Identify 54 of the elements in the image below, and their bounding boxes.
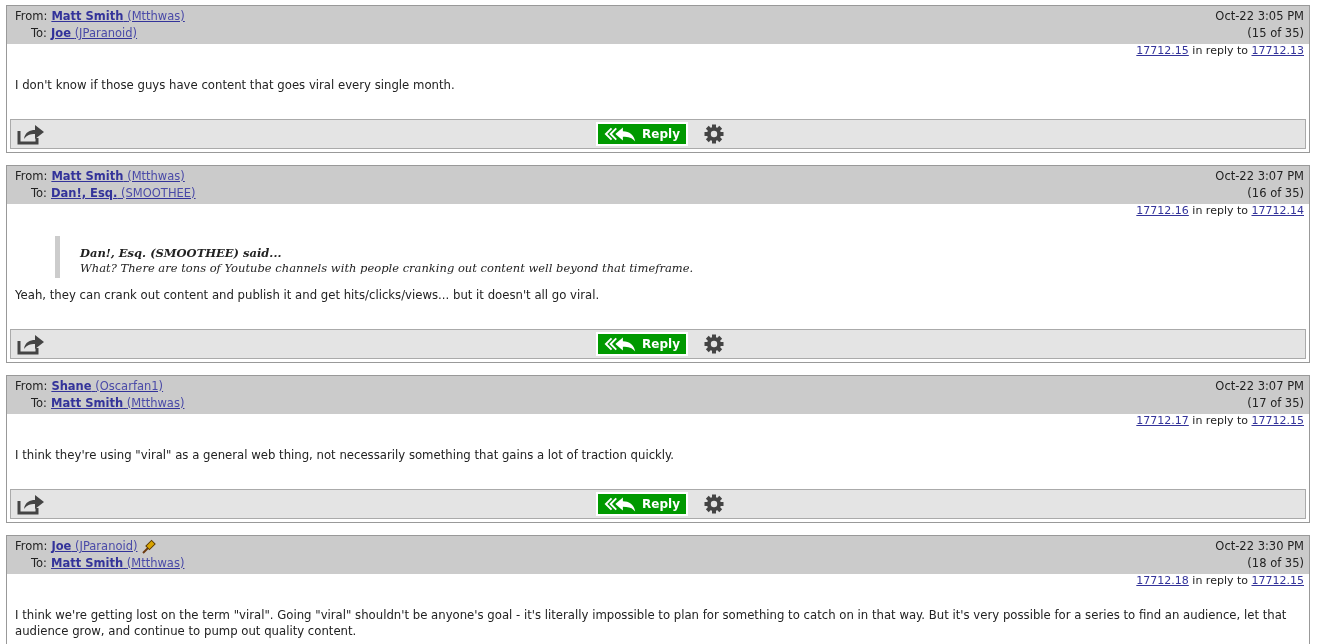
settings-icon[interactable]: [704, 494, 724, 514]
reply-button[interactable]: Reply: [596, 492, 688, 516]
recipient-link[interactable]: Matt Smith (Mtthwas): [51, 555, 185, 572]
recipient-link[interactable]: Matt Smith (Mtthwas): [51, 395, 185, 412]
recipient-link[interactable]: Dan!, Esq. (SMOOTHEE): [51, 185, 196, 202]
author-link[interactable]: Shane (Oscarfan1): [51, 378, 164, 395]
post-date: Oct-22 3:30 PM: [1215, 538, 1304, 555]
recipient-link[interactable]: Joe (JParanoid): [51, 25, 138, 42]
author-link[interactable]: Matt Smith (Mtthwas): [51, 168, 185, 185]
parent-message-link[interactable]: 17712.14: [1251, 204, 1304, 217]
post-date: Oct-22 3:07 PM: [1215, 378, 1304, 395]
reply-text: in reply to: [1192, 574, 1248, 587]
reply-button[interactable]: Reply: [596, 332, 688, 356]
post-count: (18 of 35): [1247, 555, 1304, 572]
post-text: I think we're getting lost on the term "viral". Going "viral" shouldn't be anyone's goal - it's literally impossible to plan for something to catch on in that way. But it's very possible for a series to find an audience, let that audience grow, and continue to pump out quality content.: [15, 607, 1288, 639]
settings-icon[interactable]: [704, 334, 724, 354]
parent-message-link[interactable]: 17712.13: [1251, 44, 1304, 57]
to-label: To:: [31, 395, 47, 412]
post-text: I don't know if those guys have content that goes viral every single month.: [15, 77, 456, 93]
from-label: From:: [15, 8, 48, 25]
post-text: I think they're using "viral" as a general web thing, not necessarily something that gains a lot of traction quickly.: [15, 447, 676, 463]
post-text: Yeah, they can crank out content and publish it and get hits/clicks/views... but it doesn't all go viral.: [15, 287, 601, 303]
to-label: To:: [31, 555, 47, 572]
message-link[interactable]: 17712.15: [1136, 44, 1189, 57]
message-link[interactable]: 17712.18: [1136, 574, 1189, 587]
post-count: (16 of 35): [1247, 185, 1304, 202]
to-label: To:: [31, 185, 47, 202]
quote-text: What? There are tons of Youtube channels with people cranking out content well beyond that timeframe.: [80, 261, 695, 276]
author-link[interactable]: Joe (JParanoid): [51, 538, 138, 555]
share-icon[interactable]: [17, 333, 45, 355]
share-icon[interactable]: [17, 493, 45, 515]
reply-arrow-icon: [604, 496, 637, 512]
reply-text: in reply to: [1192, 204, 1248, 217]
from-label: From:: [15, 168, 48, 185]
share-icon[interactable]: [17, 123, 45, 145]
from-label: From:: [15, 378, 48, 395]
post-count: (15 of 35): [1247, 25, 1304, 42]
post-count: (17 of 35): [1247, 395, 1304, 412]
to-label: To:: [31, 25, 47, 42]
reply-arrow-icon: [604, 126, 637, 142]
reply-text: in reply to: [1192, 44, 1248, 57]
message-link[interactable]: 17712.17: [1136, 414, 1189, 427]
parent-message-link[interactable]: 17712.15: [1251, 574, 1304, 587]
from-label: From:: [15, 538, 48, 555]
message-link[interactable]: 17712.16: [1136, 204, 1189, 217]
post-date: Oct-22 3:05 PM: [1215, 8, 1304, 25]
quote-author: Dan!, Esq. (SMOOTHEE) said...: [80, 246, 283, 261]
reply-arrow-icon: [604, 336, 637, 352]
author-link[interactable]: Matt Smith (Mtthwas): [51, 8, 185, 25]
settings-icon[interactable]: [704, 124, 724, 144]
post-date: Oct-22 3:07 PM: [1215, 168, 1304, 185]
reply-text: in reply to: [1192, 414, 1248, 427]
reply-button[interactable]: Reply: [596, 122, 688, 146]
parent-message-link[interactable]: 17712.15: [1251, 414, 1304, 427]
